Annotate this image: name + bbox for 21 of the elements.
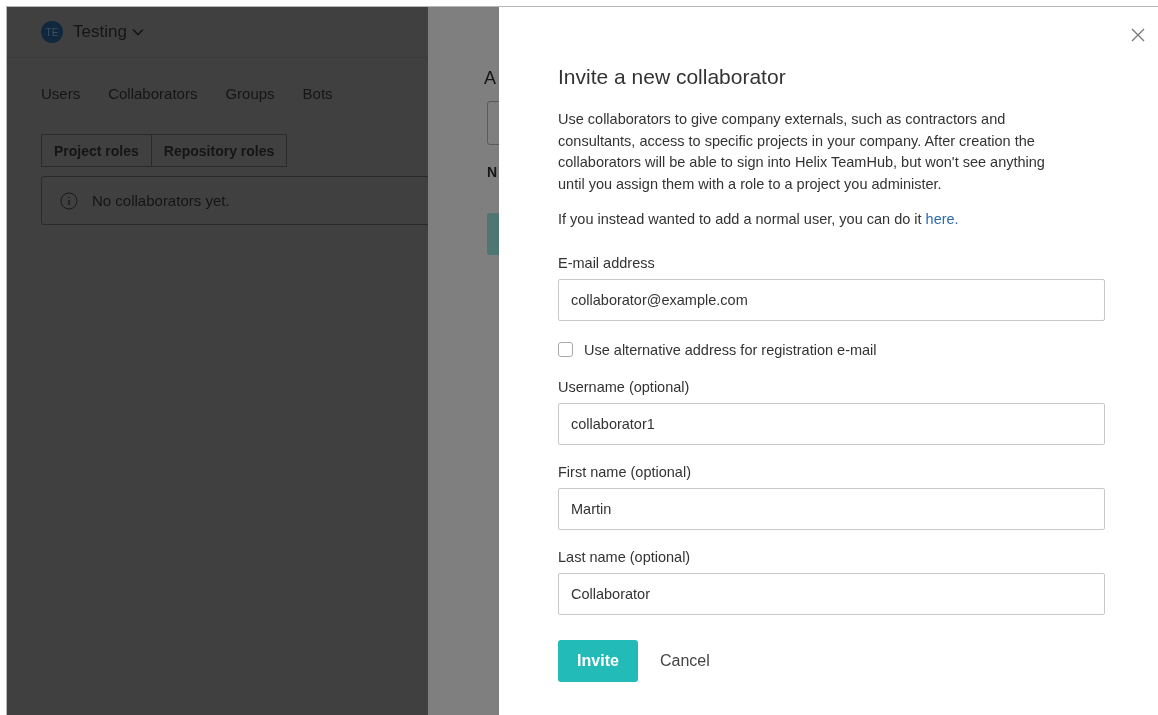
field-label: Last name (optional) (558, 548, 692, 565)
here-link[interactable]: here. (925, 211, 959, 227)
input-field[interactable]: Collaborator (558, 572, 1105, 615)
close-icon[interactable] (1131, 28, 1145, 42)
dialog-title: Invite a new collaborator (558, 65, 787, 89)
input-field[interactable]: collaborator1 (558, 402, 1105, 445)
panel-label: N (487, 164, 499, 180)
checkbox-label: Use alternative address for registration e-mail (584, 341, 877, 358)
cancel-button[interactable]: Cancel (660, 651, 710, 670)
chevron-down-icon (131, 28, 144, 36)
description-text: Use collaborators to give company externals, such as contractors and consultants, access to specific projects in your company. After creation the collaborators will be able to sign into Helix TeamHub, but won't see anything until you assign them with a role to a project you administer. (558, 110, 1046, 194)
invite-button[interactable]: Invite (558, 639, 638, 682)
info-icon (60, 191, 78, 210)
email-field[interactable]: collaborator@example.com (558, 278, 1105, 321)
panel-heading: A (484, 67, 496, 89)
field-label: Username (optional) (558, 378, 691, 395)
hint-text: If you instead wanted to add a normal user, you can do it here. (558, 210, 960, 229)
field-label: E-mail address (558, 254, 656, 271)
input-field[interactable]: Martin (558, 487, 1105, 530)
checkbox[interactable] (558, 342, 573, 357)
field-label: First name (optional) (558, 463, 692, 480)
